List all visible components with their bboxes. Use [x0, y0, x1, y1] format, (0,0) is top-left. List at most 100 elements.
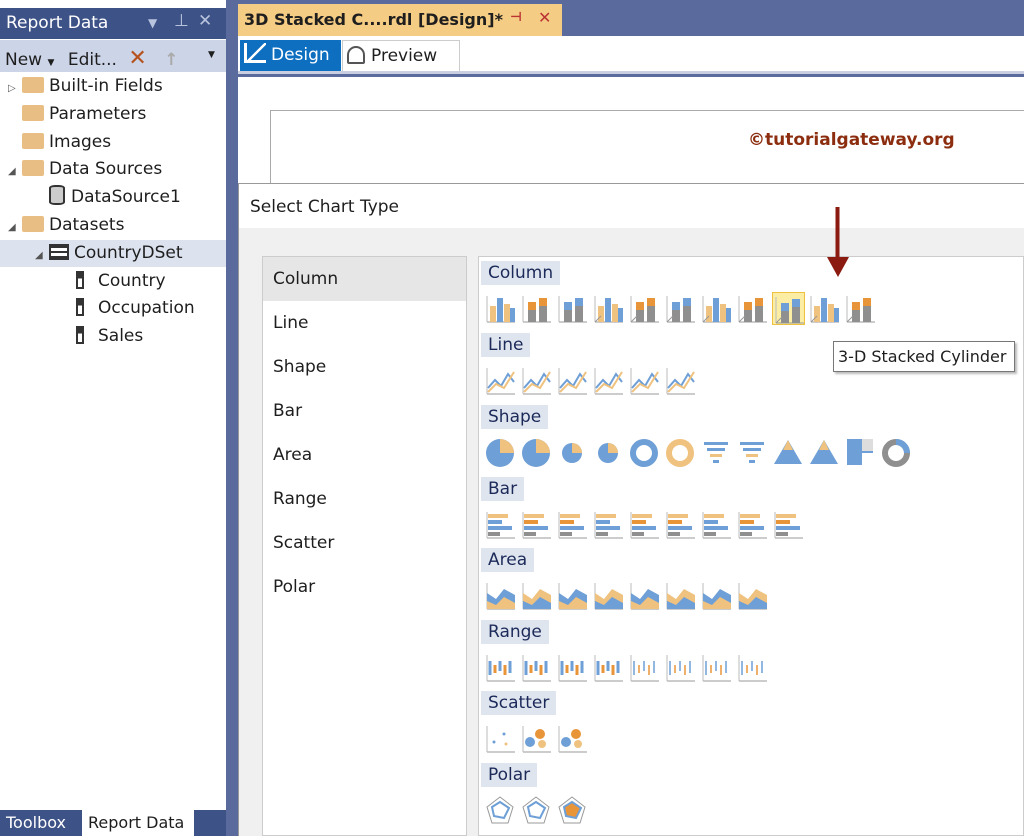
chart-type-column-8-icon[interactable]	[736, 292, 769, 325]
toolbar-overflow-icon[interactable]: ▼	[208, 50, 215, 60]
tree-item[interactable]: Sales	[0, 323, 226, 350]
chart-type-column-7-icon[interactable]	[700, 292, 733, 325]
tab-design[interactable]: Design	[240, 40, 341, 71]
tree-item[interactable]: ◢ Datasets	[0, 212, 226, 239]
chart-type-column-5-icon[interactable]	[628, 292, 661, 325]
chart-type-column-9-icon[interactable]	[772, 292, 805, 325]
tab-report-data[interactable]: Report Data	[82, 810, 194, 836]
chart-type-line-3-icon[interactable]	[556, 364, 589, 397]
chart-type-range-2-icon[interactable]	[520, 651, 553, 684]
report-body[interactable]	[270, 110, 1024, 190]
chart-type-shape-11-icon[interactable]	[844, 436, 877, 469]
chart-type-area-7-icon[interactable]	[700, 579, 733, 612]
tree-item[interactable]: Parameters	[0, 101, 226, 128]
chart-type-area-1-icon[interactable]	[484, 579, 517, 612]
chart-type-range-4-icon[interactable]	[592, 651, 625, 684]
chart-type-range-5-icon[interactable]	[628, 651, 661, 684]
chart-type-range-3-icon[interactable]	[556, 651, 589, 684]
collapsed-icon[interactable]: ▷	[8, 75, 22, 102]
chart-type-bar-5-icon[interactable]	[628, 508, 661, 541]
category-scatter[interactable]: Scatter	[263, 521, 466, 565]
close-icon[interactable]: ✕	[198, 11, 212, 31]
document-tab[interactable]: 3D Stacked C....rdl [Design]* ⊣ ✕	[238, 4, 562, 36]
tree-item[interactable]: Country	[0, 268, 226, 295]
close-icon[interactable]: ✕	[538, 8, 551, 27]
tree-item[interactable]: Images	[0, 129, 226, 156]
chart-type-shape-10-icon[interactable]	[808, 436, 841, 469]
expanded-icon[interactable]: ◢	[8, 158, 22, 185]
chart-type-bar-4-icon[interactable]	[592, 508, 625, 541]
tab-toolbox[interactable]: Toolbox	[0, 810, 80, 836]
chart-type-area-2-icon[interactable]	[520, 579, 553, 612]
chart-type-column-11-icon[interactable]	[844, 292, 877, 325]
chart-type-bar-1-icon[interactable]	[484, 508, 517, 541]
tree-item[interactable]: Occupation	[0, 295, 226, 322]
chart-type-scatter-3-icon[interactable]	[556, 722, 589, 755]
chart-type-line-5-icon[interactable]	[628, 364, 661, 397]
chart-type-shape-12-icon[interactable]	[880, 436, 913, 469]
tab-preview[interactable]: Preview	[342, 40, 460, 71]
category-polar[interactable]: Polar	[263, 565, 466, 609]
chart-type-scatter-1-icon[interactable]	[484, 722, 517, 755]
chart-type-area-8-icon[interactable]	[736, 579, 769, 612]
chart-type-area-4-icon[interactable]	[592, 579, 625, 612]
chart-type-shape-4-icon[interactable]	[592, 436, 625, 469]
category-range[interactable]: Range	[263, 477, 466, 521]
category-column[interactable]: Column	[263, 257, 466, 301]
chart-type-shape-8-icon[interactable]	[736, 436, 769, 469]
chart-type-column-6-icon[interactable]	[664, 292, 697, 325]
chart-type-bar-3-icon[interactable]	[556, 508, 589, 541]
chart-type-shape-5-icon[interactable]	[628, 436, 661, 469]
chart-type-shape-6-icon[interactable]	[664, 436, 697, 469]
chart-type-range-1-icon[interactable]	[484, 651, 517, 684]
chart-type-shape-9-icon[interactable]	[772, 436, 805, 469]
chart-type-bar-8-icon[interactable]	[736, 508, 769, 541]
gallery-header-line: Line	[481, 333, 531, 357]
chart-type-column-3-icon[interactable]	[556, 292, 589, 325]
chart-type-shape-2-icon[interactable]	[520, 436, 553, 469]
category-shape[interactable]: Shape	[263, 345, 466, 389]
delete-icon[interactable]: ✕	[128, 46, 146, 71]
chart-type-line-2-icon[interactable]	[520, 364, 553, 397]
chart-type-column-2-icon[interactable]	[520, 292, 553, 325]
expanded-icon[interactable]: ◢	[35, 242, 49, 269]
tree-item[interactable]: ◢ Data Sources	[0, 156, 226, 183]
chart-type-line-4-icon[interactable]	[592, 364, 625, 397]
chart-type-area-5-icon[interactable]	[628, 579, 661, 612]
chart-type-range-6-icon[interactable]	[664, 651, 697, 684]
chart-type-shape-1-icon[interactable]	[484, 436, 517, 469]
chart-type-column-1-icon[interactable]	[484, 292, 517, 325]
chart-type-shape-3-icon[interactable]	[556, 436, 589, 469]
tree-item[interactable]: DataSource1	[0, 184, 226, 211]
chart-type-bar-9-icon[interactable]	[772, 508, 805, 541]
new-button[interactable]: New ▼	[5, 50, 54, 70]
move-up-icon[interactable]: ↑	[164, 50, 178, 70]
chart-type-polar-2-icon[interactable]	[520, 794, 553, 827]
category-line[interactable]: Line	[263, 301, 466, 345]
expanded-icon[interactable]: ◢	[8, 214, 22, 241]
tree-item[interactable]: ▷ Built-in Fields	[0, 73, 226, 100]
edit-button[interactable]: Edit...	[68, 50, 117, 70]
category-bar[interactable]: Bar	[263, 389, 466, 433]
chart-type-range-7-icon[interactable]	[700, 651, 733, 684]
chart-type-polar-1-icon[interactable]	[484, 794, 517, 827]
chart-type-column-10-icon[interactable]	[808, 292, 841, 325]
pin-icon[interactable]: ⊣	[510, 10, 522, 25]
chart-type-area-6-icon[interactable]	[664, 579, 697, 612]
chart-type-polar-3-icon[interactable]	[556, 794, 589, 827]
chart-type-range-8-icon[interactable]	[736, 651, 769, 684]
tree-item[interactable]: ◢ CountryDSet	[0, 239, 226, 269]
chart-type-bar-7-icon[interactable]	[700, 508, 733, 541]
chart-type-line-1-icon[interactable]	[484, 364, 517, 397]
chart-type-column-4-icon[interactable]	[592, 292, 625, 325]
dropdown-icon[interactable]: ▼	[148, 16, 157, 30]
chart-type-line-6-icon[interactable]	[664, 364, 697, 397]
chart-type-bar-2-icon[interactable]	[520, 508, 553, 541]
chart-type-bar-6-icon[interactable]	[664, 508, 697, 541]
chart-category-list[interactable]: Column Line Shape Bar Area Range Scatter Polar	[262, 256, 467, 836]
chart-type-shape-7-icon[interactable]	[700, 436, 733, 469]
chart-type-scatter-2-icon[interactable]	[520, 722, 553, 755]
category-area[interactable]: Area	[263, 433, 466, 477]
chart-type-area-3-icon[interactable]	[556, 579, 589, 612]
pin-icon[interactable]: ⊥	[174, 11, 189, 31]
